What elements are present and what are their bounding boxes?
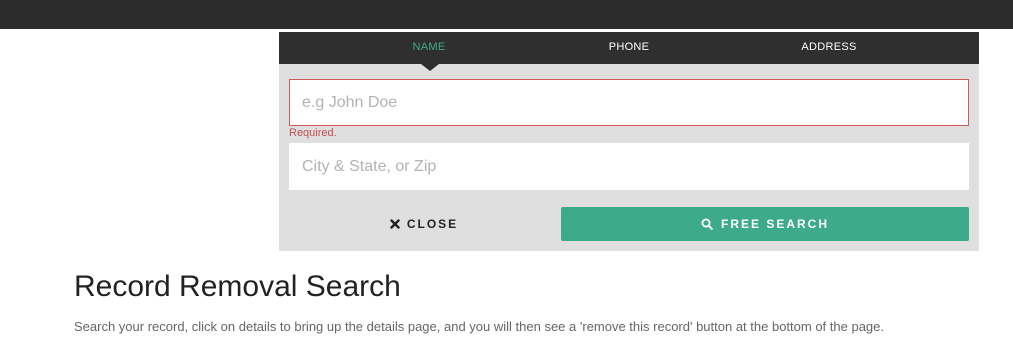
close-button-label: CLOSE bbox=[406, 217, 459, 231]
name-input[interactable] bbox=[289, 79, 969, 126]
close-icon bbox=[390, 219, 400, 229]
close-button[interactable]: CLOSE bbox=[289, 207, 559, 241]
page-description: Search your record, click on details to … bbox=[74, 319, 884, 334]
tab-address[interactable]: ADDRESS bbox=[779, 32, 879, 64]
location-input[interactable] bbox=[289, 143, 969, 190]
page-title: Record Removal Search bbox=[74, 270, 401, 303]
search-icon bbox=[701, 218, 713, 230]
top-navigation-bar bbox=[0, 0, 1013, 29]
tab-phone[interactable]: PHONE bbox=[579, 32, 679, 64]
active-tab-indicator bbox=[421, 64, 439, 71]
search-panel: NAME PHONE ADDRESS Required. CLOSE FREE … bbox=[279, 32, 979, 251]
tab-name[interactable]: NAME bbox=[379, 32, 479, 64]
free-search-button-label: FREE SEARCH bbox=[720, 217, 829, 231]
free-search-button[interactable]: FREE SEARCH bbox=[561, 207, 969, 241]
search-tabs: NAME PHONE ADDRESS bbox=[279, 32, 979, 64]
required-error-message: Required. bbox=[289, 127, 337, 139]
